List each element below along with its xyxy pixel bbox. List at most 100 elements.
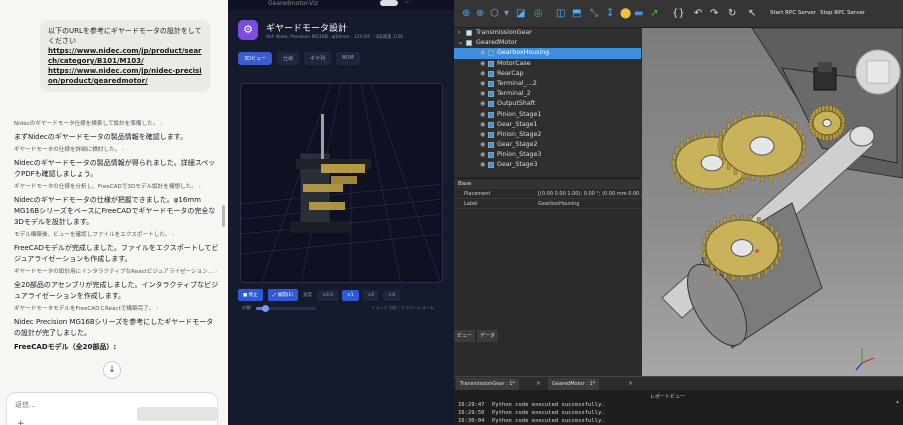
- gear-hub: [700, 154, 724, 172]
- tree-item[interactable]: ◉ Gear_Stage3: [454, 160, 641, 170]
- visibility-eye-icon[interactable]: ◉: [480, 150, 485, 160]
- reference-link-1[interactable]: https://www.nidec.com/jp/product/search/…: [48, 46, 202, 66]
- thinking-step-toggle[interactable]: ギヤードモータの仕様を詳細に検討した。: [14, 146, 219, 155]
- axis-cross-icon[interactable]: ↧: [606, 8, 614, 20]
- speed-button[interactable]: ×1: [342, 289, 359, 301]
- thinking-step-toggle[interactable]: ギヤードモータモデルをFreeCADとReactで構築完了。: [14, 305, 219, 314]
- artifact-tab-title[interactable]: Gearedmotor-Viz: [268, 0, 318, 7]
- app-subtitle: Ref: Nidec Precision MG16B · φ16mm · 12V…: [266, 35, 403, 40]
- thinking-step-toggle[interactable]: モデル構築後、ビューを確認しファイルをエクスポートした。: [14, 231, 219, 240]
- part-feature-icon: [488, 121, 494, 128]
- 3d-scene[interactable]: [241, 84, 443, 283]
- tree-item[interactable]: ◉ Pinion_Stage2: [454, 130, 641, 140]
- property-row[interactable]: Placement [(0.00 0.00 1.00); 0.00 °; (0.0…: [454, 189, 646, 199]
- 3d-viewport[interactable]: [240, 83, 443, 283]
- reference-link-2[interactable]: https://www.nidec.com/jp/nidec-precision…: [48, 66, 202, 86]
- zoom-selection-icon[interactable]: ⊕: [476, 8, 484, 20]
- bounding-box-icon[interactable]: ◪: [516, 8, 525, 20]
- property-value[interactable]: [(0.00 0.00 1.00); 0.00 °; (0.00 mm 0.00…: [538, 191, 646, 197]
- tree-item[interactable]: ◉ MotorCase: [454, 59, 641, 69]
- visibility-eye-icon[interactable]: ◉: [480, 69, 485, 79]
- view-top-icon[interactable]: ⬒: [572, 8, 581, 20]
- thinking-step-toggle[interactable]: Nidecのギヤードモータ仕様を検索して設計を準備した。: [14, 120, 219, 129]
- thinking-step-toggle[interactable]: ギヤードモータの仕様を分析し、FreeCADで3Dモデル設計を構想した。: [14, 183, 219, 192]
- close-tab-icon[interactable]: ×: [536, 380, 541, 387]
- tree-item[interactable]: ◉ Pinion_Stage1: [454, 110, 641, 120]
- property-group-header: Base: [454, 179, 641, 189]
- report-scrollbar[interactable]: ▴: [896, 398, 899, 405]
- tree-expander-icon[interactable]: ›: [458, 28, 461, 38]
- view-tab[interactable]: ギヤ列: [304, 52, 332, 65]
- macro-icon[interactable]: {}: [672, 8, 685, 20]
- view-box-icon[interactable]: ⬡: [490, 8, 499, 20]
- view-tab[interactable]: 3Dビュー: [238, 52, 273, 65]
- refresh-icon[interactable]: ↻: [728, 8, 736, 20]
- visibility-eye-icon[interactable]: ◉: [480, 130, 485, 140]
- explode-slider-thumb[interactable]: [262, 305, 269, 312]
- tree-item[interactable]: ◉ Terminal_...2: [454, 79, 641, 89]
- tree-item[interactable]: ◉ Gear_Stage2: [454, 140, 641, 150]
- whats-this-icon[interactable]: ↖: [748, 8, 756, 20]
- assistant-message: まずNidecのギヤードモータの製品情報を確認します。: [14, 133, 188, 141]
- tree-item[interactable]: ◉ Terminal_2: [454, 89, 641, 99]
- tree-item[interactable]: ⌄ GearedMotor: [454, 38, 641, 48]
- part-icon[interactable]: ⬤: [620, 8, 631, 20]
- tree-item[interactable]: ◉ RearCap: [454, 69, 641, 79]
- document-tab[interactable]: GearedMotor : 1*: [548, 378, 600, 390]
- speed-button[interactable]: ×0.5: [317, 289, 339, 301]
- thinking-step-toggle[interactable]: ギヤードモータの設計用にインタラクティブなReactビジュアライゼーション...: [14, 268, 219, 277]
- attach-plus-icon[interactable]: +: [17, 419, 25, 425]
- visibility-eye-icon[interactable]: ◉: [480, 99, 485, 109]
- speed-button[interactable]: ×4: [383, 289, 400, 301]
- more-options-icon[interactable]: ⋯: [404, 0, 411, 6]
- stop-button[interactable]: ■ 停止: [238, 289, 263, 301]
- redo-icon[interactable]: ↷: [710, 8, 718, 20]
- tree-item[interactable]: ◉ Gear_Stage1: [454, 120, 641, 130]
- tree-item[interactable]: ◉ Pinion_Stage3: [454, 150, 641, 160]
- folder-icon[interactable]: ▬: [634, 8, 643, 20]
- visibility-eye-icon[interactable]: ◉: [480, 120, 485, 130]
- publish-button[interactable]: [380, 0, 398, 6]
- part-feature-icon: [488, 91, 494, 98]
- tree-item[interactable]: ◉ OutputShaft: [454, 99, 641, 109]
- visibility-eye-icon[interactable]: ◉: [480, 110, 485, 120]
- document-tab[interactable]: TransmissionGear : 1*: [456, 378, 519, 390]
- combo-tab[interactable]: ビュー: [454, 330, 476, 342]
- combo-tab[interactable]: データ: [477, 330, 499, 342]
- tree-expander-icon[interactable]: ⌄: [458, 38, 463, 48]
- visibility-eye-icon[interactable]: ◉: [480, 59, 485, 69]
- visibility-eye-icon[interactable]: ◉: [480, 160, 485, 170]
- reply-input[interactable]: [15, 401, 135, 409]
- gearmotor-render[interactable]: [642, 28, 903, 376]
- chat-scrollbar[interactable]: [222, 205, 225, 227]
- view-tab[interactable]: 仕様: [277, 52, 300, 65]
- view-tab[interactable]: BOM: [336, 52, 360, 65]
- axis-indicator: [855, 348, 875, 371]
- undo-icon[interactable]: ↶: [694, 8, 702, 20]
- start-rpc-server-button[interactable]: Start RPC Server: [770, 10, 816, 16]
- reply-composer[interactable]: +: [6, 392, 218, 425]
- stop-rpc-server-button[interactable]: Stop RPC Server: [820, 10, 865, 16]
- explode-slider[interactable]: [256, 305, 316, 312]
- property-row[interactable]: Label GearboxHousing: [454, 199, 641, 209]
- scroll-to-bottom-button[interactable]: ↓: [103, 361, 121, 379]
- measure-icon[interactable]: ⤡: [590, 8, 598, 20]
- explode-button[interactable]: ⤢ 展開(E): [267, 289, 299, 301]
- std-views-icon[interactable]: ◎: [534, 8, 543, 20]
- visibility-eye-icon[interactable]: ◉: [480, 48, 485, 58]
- close-tab-icon[interactable]: ×: [628, 380, 633, 387]
- tree-item[interactable]: › TransmissionGear: [454, 28, 641, 38]
- visibility-eye-icon[interactable]: ◉: [480, 79, 485, 89]
- zoom-fit-icon[interactable]: ⊕: [462, 8, 470, 20]
- view-front-icon[interactable]: ◫: [556, 8, 565, 20]
- composer-model-selector[interactable]: [137, 407, 217, 421]
- 3d-view[interactable]: [642, 28, 903, 376]
- draw-style-icon[interactable]: ▾: [504, 8, 509, 20]
- visibility-eye-icon[interactable]: ◉: [480, 89, 485, 99]
- tree-item[interactable]: ◉ GearboxHousing: [454, 48, 641, 59]
- property-value[interactable]: GearboxHousing: [538, 201, 579, 207]
- speed-button[interactable]: ×2: [362, 289, 380, 301]
- link-icon[interactable]: ↗: [650, 8, 658, 20]
- view-cube[interactable]: [855, 49, 901, 95]
- visibility-eye-icon[interactable]: ◉: [480, 140, 485, 150]
